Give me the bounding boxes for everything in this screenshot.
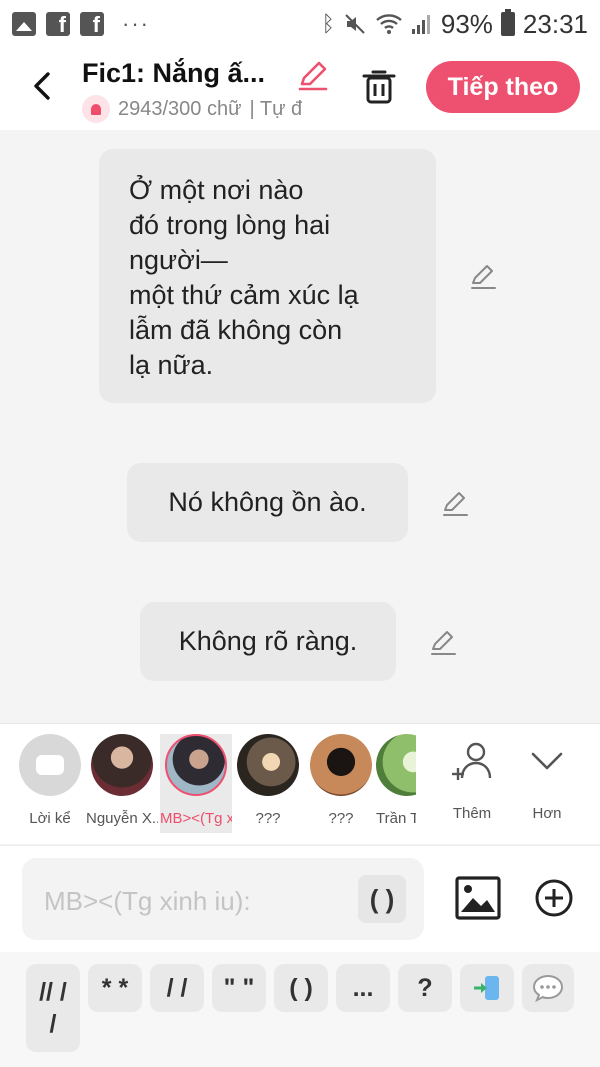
signal-icon [411,15,430,34]
shortcut-key[interactable]: / / [150,964,204,1012]
clock: 23:31 [522,8,588,39]
shortcut-key[interactable]: ( ) [274,964,328,1012]
facebook-notification-icon: f [46,12,70,37]
avatar [237,734,299,796]
more-label: Hơn [532,805,562,822]
shortcut-key[interactable]: * * [88,964,142,1012]
edit-message-pencil-icon[interactable] [440,488,470,518]
shortcut-key[interactable]: " " [212,964,266,1012]
more-notifications-icon: ··· [122,11,150,36]
character-name: Lời kể [29,810,71,827]
image-icon[interactable] [455,876,501,920]
edit-message-pencil-icon[interactable] [468,261,498,291]
back-arrow-icon[interactable] [24,64,60,108]
character-name: Nguyễn X... [86,810,158,827]
shortcut-bar: // / / * * / / " " ( ) ... ? [0,952,600,1067]
status-bar: f f ··· ᛒ 93% 23:31 [0,0,600,48]
character-name: ??? [328,810,354,827]
character-narrator[interactable]: Lời kể [14,734,86,827]
trash-icon[interactable] [360,66,398,106]
word-count: 2943/300 chữ [118,97,242,120]
shortcut-key[interactable]: ... [336,964,390,1012]
character-name: Trần T [376,810,416,827]
message-input-placeholder: MB><(Tg xinh iu): [44,886,251,916]
chevron-down-icon [531,752,563,770]
chat-bubble-icon [532,974,564,1003]
editor-header: Fic1: Nắng ấ... 2943/300 chữ | Tự đ Tiếp… [0,48,600,130]
gallery-notification-icon [12,12,36,36]
story-title: Fic1: Nắng ấ... [82,58,266,88]
avatar [310,734,372,796]
composer-row: MB><(Tg xinh iu): ( ) [0,845,600,952]
notification-bell-icon [82,95,110,123]
edit-message-pencil-icon[interactable] [428,627,458,657]
add-label: Thêm [452,805,492,822]
mute-icon [345,14,365,34]
bluetooth-icon: ᛒ [321,11,335,36]
avatar [376,734,416,796]
character-item[interactable]: Trần T [376,734,416,827]
character-item-selected[interactable]: MB><(Tg x... [160,734,232,833]
avatar [165,734,227,796]
more-button[interactable]: Hơn [516,738,578,822]
mode-label: | Tự đ [249,97,303,120]
message-bubble[interactable]: Không rõ ràng. [140,602,396,681]
message-input[interactable]: MB><(Tg xinh iu): ( ) [22,858,424,940]
narrator-icon [19,734,81,796]
add-circle-icon[interactable] [534,878,574,918]
character-item[interactable]: Nguyễn X... [86,734,158,827]
next-button[interactable]: Tiếp theo [426,61,580,113]
avatar [91,734,153,796]
chat-bubble-shortcut-key[interactable] [522,964,574,1012]
device-transfer-icon [474,976,499,1000]
character-name: ??? [255,810,281,827]
transfer-shortcut-key[interactable] [460,964,514,1012]
character-item[interactable]: ??? [305,734,377,827]
facebook-notification-icon-2: f [80,12,104,37]
battery-icon [500,9,515,36]
message-text: Không rõ ràng. [178,626,358,656]
message-bubble[interactable]: Nó không ồn ào. [127,463,408,542]
wifi-icon [376,14,402,34]
shortcut-key[interactable]: // / / [26,964,80,1052]
battery-percent: 93% [440,8,493,39]
message-text: Nó không ồn ào. [168,487,367,517]
character-selector: Lời kể Nguyễn X... MB><(Tg x... ??? ??? … [0,723,600,844]
character-name: MB><(Tg x... [160,810,232,827]
edit-title-pencil-icon[interactable] [296,58,330,92]
message-bubble[interactable]: Ở một nơi nào đó trong lòng hai người— m… [99,149,436,403]
add-character-button[interactable]: Thêm [441,738,503,822]
shortcut-key[interactable]: ? [398,964,452,1012]
add-person-icon [452,742,492,780]
message-text: Ở một nơi nào đó trong lòng hai người— m… [129,175,359,380]
story-title-block[interactable]: Fic1: Nắng ấ... 2943/300 chữ | Tự đ [82,58,332,123]
parenthesis-button[interactable]: ( ) [358,875,406,923]
character-item[interactable]: ??? [232,734,304,827]
